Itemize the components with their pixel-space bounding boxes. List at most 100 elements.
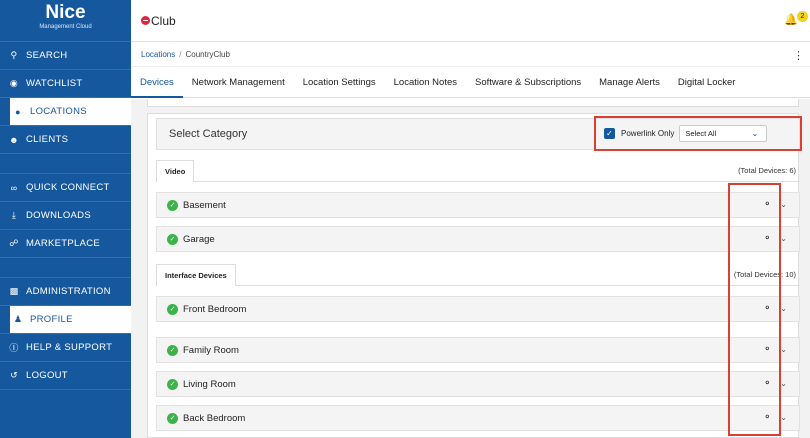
sidebar-divider	[0, 154, 131, 174]
check-circle-icon: ✓	[167, 378, 178, 390]
cart-icon: ☍	[9, 238, 19, 248]
sidebar-item-label: HELP & SUPPORT	[26, 342, 113, 353]
link-icon[interactable]: ⚬	[763, 199, 772, 210]
devices-content: Select Category ✓ Powerlink Only Select …	[131, 99, 810, 438]
row-actions: ⚬ ⌄	[763, 199, 787, 210]
row-actions: ⚬ ⌄	[763, 233, 787, 244]
device-name: Garage	[183, 233, 215, 245]
previous-panel-edge	[147, 99, 799, 107]
sidebar-item-label: MARKETPLACE	[26, 238, 101, 249]
sidebar-item-downloads[interactable]: ⤓ DOWNLOADS	[0, 202, 131, 230]
chevron-down-icon[interactable]: ⌄	[780, 413, 787, 422]
sidebar-item-label: ADMINISTRATION	[26, 286, 111, 297]
category-select-value: Select All	[685, 129, 717, 138]
sidebar-item-marketplace[interactable]: ☍ MARKETPLACE	[0, 230, 131, 258]
top-bar: Club 🔔 2	[131, 0, 810, 42]
chevron-down-icon[interactable]: ⌄	[780, 234, 787, 243]
sidebar-divider	[0, 258, 131, 278]
notification-badge[interactable]: 2	[797, 11, 808, 22]
category-select[interactable]: Select All ⌄	[679, 125, 768, 142]
logout-icon: ↺	[10, 370, 18, 380]
powerlink-filter: ✓ Powerlink Only Select All ⌄	[594, 116, 802, 151]
link-icon[interactable]: ⚬	[763, 412, 772, 423]
row-actions: ⚬ ⌄	[763, 344, 787, 355]
tab-devices[interactable]: Devices	[131, 68, 183, 98]
brand-name: Nice	[45, 2, 86, 23]
brand-subtitle: Management Cloud	[39, 24, 92, 30]
device-row[interactable]: ✓ Back Bedroom ⚬ ⌄	[156, 405, 800, 431]
search-icon: ⚲	[10, 50, 18, 60]
bell-icon[interactable]: 🔔	[784, 13, 798, 26]
link-icon[interactable]: ⚬	[763, 344, 772, 355]
powerlink-label: Powerlink Only	[621, 129, 675, 138]
sidebar-item-clients[interactable]: ☻ CLIENTS	[0, 126, 131, 154]
category-title: Select Category	[169, 128, 248, 140]
sidebar-item-label: CLIENTS	[26, 134, 69, 145]
device-row[interactable]: ✓ Garage ⚬ ⌄	[156, 226, 800, 252]
row-actions: ⚬ ⌄	[763, 412, 787, 423]
breadcrumb-current: CountryClub	[185, 50, 230, 59]
tab-digital-locker[interactable]: Digital Locker	[669, 68, 745, 98]
chevron-down-icon[interactable]: ⌄	[780, 379, 787, 388]
sidebar-nav: ⚲ SEARCH ◉ WATCHLIST ● LOCATIONS ☻ CLIEN…	[0, 42, 131, 390]
device-row[interactable]: ✓ Living Room ⚬ ⌄	[156, 371, 800, 397]
link-icon[interactable]: ⚬	[763, 233, 772, 244]
help-icon: ⓘ	[9, 343, 19, 353]
device-row[interactable]: ✓ Basement ⚬ ⌄	[156, 192, 800, 218]
powerlink-checkbox[interactable]: ✓	[604, 128, 615, 139]
sidebar-item-search[interactable]: ⚲ SEARCH	[0, 42, 131, 70]
check-circle-icon: ✓	[167, 199, 178, 211]
tab-software-subscriptions[interactable]: Software & Subscriptions	[466, 68, 590, 98]
sidebar-item-locations[interactable]: ● LOCATIONS	[0, 98, 131, 126]
tab-manage-alerts[interactable]: Manage Alerts	[590, 68, 669, 98]
tab-bar: Devices Network Management Location Sett…	[131, 68, 810, 98]
tab-location-settings[interactable]: Location Settings	[294, 68, 385, 98]
breadcrumb-separator: /	[179, 50, 182, 59]
section-divider	[156, 181, 800, 182]
device-row[interactable]: ✓ Front Bedroom ⚬ ⌄	[156, 296, 800, 322]
check-circle-icon: ✓	[167, 412, 178, 424]
section-total-video: (Total Devices: 6)	[738, 166, 796, 175]
location-pin-icon: ●	[15, 106, 21, 117]
check-circle-icon: ✓	[167, 233, 178, 245]
section-tab-interface-devices[interactable]: Interface Devices	[156, 264, 236, 286]
person-icon: ♟	[13, 314, 23, 324]
device-row[interactable]: ✓ Family Room ⚬ ⌄	[156, 337, 800, 363]
club-logo-icon	[141, 16, 150, 25]
breadcrumb-locations-link[interactable]: Locations	[141, 50, 175, 59]
device-name: Living Room	[183, 378, 236, 390]
device-name: Family Room	[183, 344, 239, 356]
more-options-icon[interactable]: ⋮	[793, 49, 804, 62]
page-title: Club	[151, 13, 176, 28]
sidebar-item-label: LOCATIONS	[30, 106, 87, 117]
device-name: Front Bedroom	[183, 303, 247, 315]
devices-panel: Select Category ✓ Powerlink Only Select …	[147, 113, 802, 438]
link-icon[interactable]: ⚬	[763, 378, 772, 389]
device-name: Back Bedroom	[183, 412, 246, 424]
sidebar: Nice Management Cloud ⚲ SEARCH ◉ WATCHLI…	[0, 0, 131, 438]
sidebar-item-administration[interactable]: ▩ ADMINISTRATION	[0, 278, 131, 306]
check-circle-icon: ✓	[167, 344, 178, 356]
chevron-down-icon: ⌄	[751, 129, 759, 138]
sidebar-item-watchlist[interactable]: ◉ WATCHLIST	[0, 70, 131, 98]
sidebar-item-logout[interactable]: ↺ LOGOUT	[0, 362, 131, 390]
sidebar-item-help-support[interactable]: ⓘ HELP & SUPPORT	[0, 334, 131, 362]
sidebar-item-label: PROFILE	[30, 314, 73, 325]
logo[interactable]: Nice Management Cloud	[0, 0, 131, 42]
sidebar-item-label: SEARCH	[26, 50, 68, 61]
chevron-down-icon[interactable]: ⌄	[780, 345, 787, 354]
device-name: Basement	[183, 199, 226, 211]
section-header-video: Video (Total Devices: 6)	[156, 160, 800, 182]
sidebar-item-profile[interactable]: ♟ PROFILE	[0, 306, 131, 334]
eye-icon: ◉	[9, 78, 19, 88]
section-tab-video[interactable]: Video	[156, 160, 195, 182]
breadcrumb: Locations / CountryClub ⋮	[131, 43, 810, 67]
section-header-interface-devices: Interface Devices (Total Devices: 10)	[156, 264, 800, 286]
link-icon[interactable]: ⚬	[763, 303, 772, 314]
section-divider	[156, 285, 800, 286]
chevron-down-icon[interactable]: ⌄	[780, 304, 787, 313]
tab-location-notes[interactable]: Location Notes	[385, 68, 466, 98]
chevron-down-icon[interactable]: ⌄	[780, 200, 787, 209]
sidebar-item-quick-connect[interactable]: ∞ QUICK CONNECT	[0, 174, 131, 202]
tab-network-management[interactable]: Network Management	[183, 68, 294, 98]
